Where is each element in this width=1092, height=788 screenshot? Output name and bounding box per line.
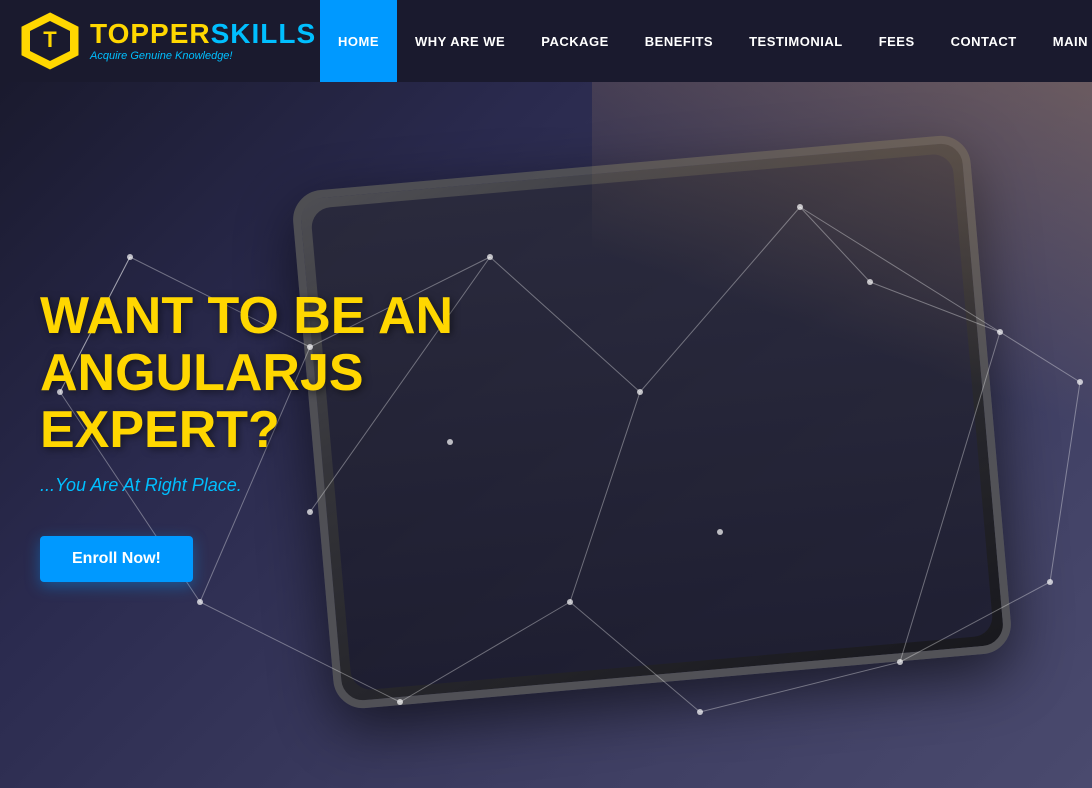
nav-home[interactable]: HOME [320, 0, 397, 82]
hero-title: WANT TO BE AN ANGULARJS EXPERT? [40, 288, 510, 460]
nav-benefits[interactable]: BENEFITS [627, 0, 731, 82]
navbar: T TOPPERSKILLS Acquire Genuine Knowledge… [0, 0, 1092, 82]
nav-main[interactable]: MAIN [1035, 0, 1092, 82]
nav-fees[interactable]: FEES [861, 0, 933, 82]
nav-contact[interactable]: CONTACT [933, 0, 1035, 82]
hero-content: WANT TO BE AN ANGULARJS EXPERT? ...You A… [0, 82, 550, 788]
logo-name: TOPPERSKILLS [90, 20, 316, 48]
svg-text:T: T [43, 27, 57, 52]
logo-topper: TOPPER [90, 18, 211, 49]
nav-package[interactable]: PACKAGE [523, 0, 627, 82]
logo-skills: SKILLS [211, 18, 317, 49]
nav-links: HOME WHY ARE WE PACKAGE BENEFITS TESTIMO… [320, 0, 1092, 82]
enroll-now-button[interactable]: Enroll Now! [40, 536, 193, 582]
hero-subtitle: ...You Are At Right Place. [40, 475, 510, 496]
nav-testimonial[interactable]: TESTIMONIAL [731, 0, 861, 82]
hand-overlay [592, 82, 1092, 482]
nav-why-are-we[interactable]: WHY ARE WE [397, 0, 523, 82]
hero-section: WANT TO BE AN ANGULARJS EXPERT? ...You A… [0, 82, 1092, 788]
logo-icon: T [20, 11, 80, 71]
logo-text: TOPPERSKILLS Acquire Genuine Knowledge! [90, 20, 316, 62]
logo-area: T TOPPERSKILLS Acquire Genuine Knowledge… [0, 11, 320, 71]
logo-tagline: Acquire Genuine Knowledge! [90, 50, 316, 62]
